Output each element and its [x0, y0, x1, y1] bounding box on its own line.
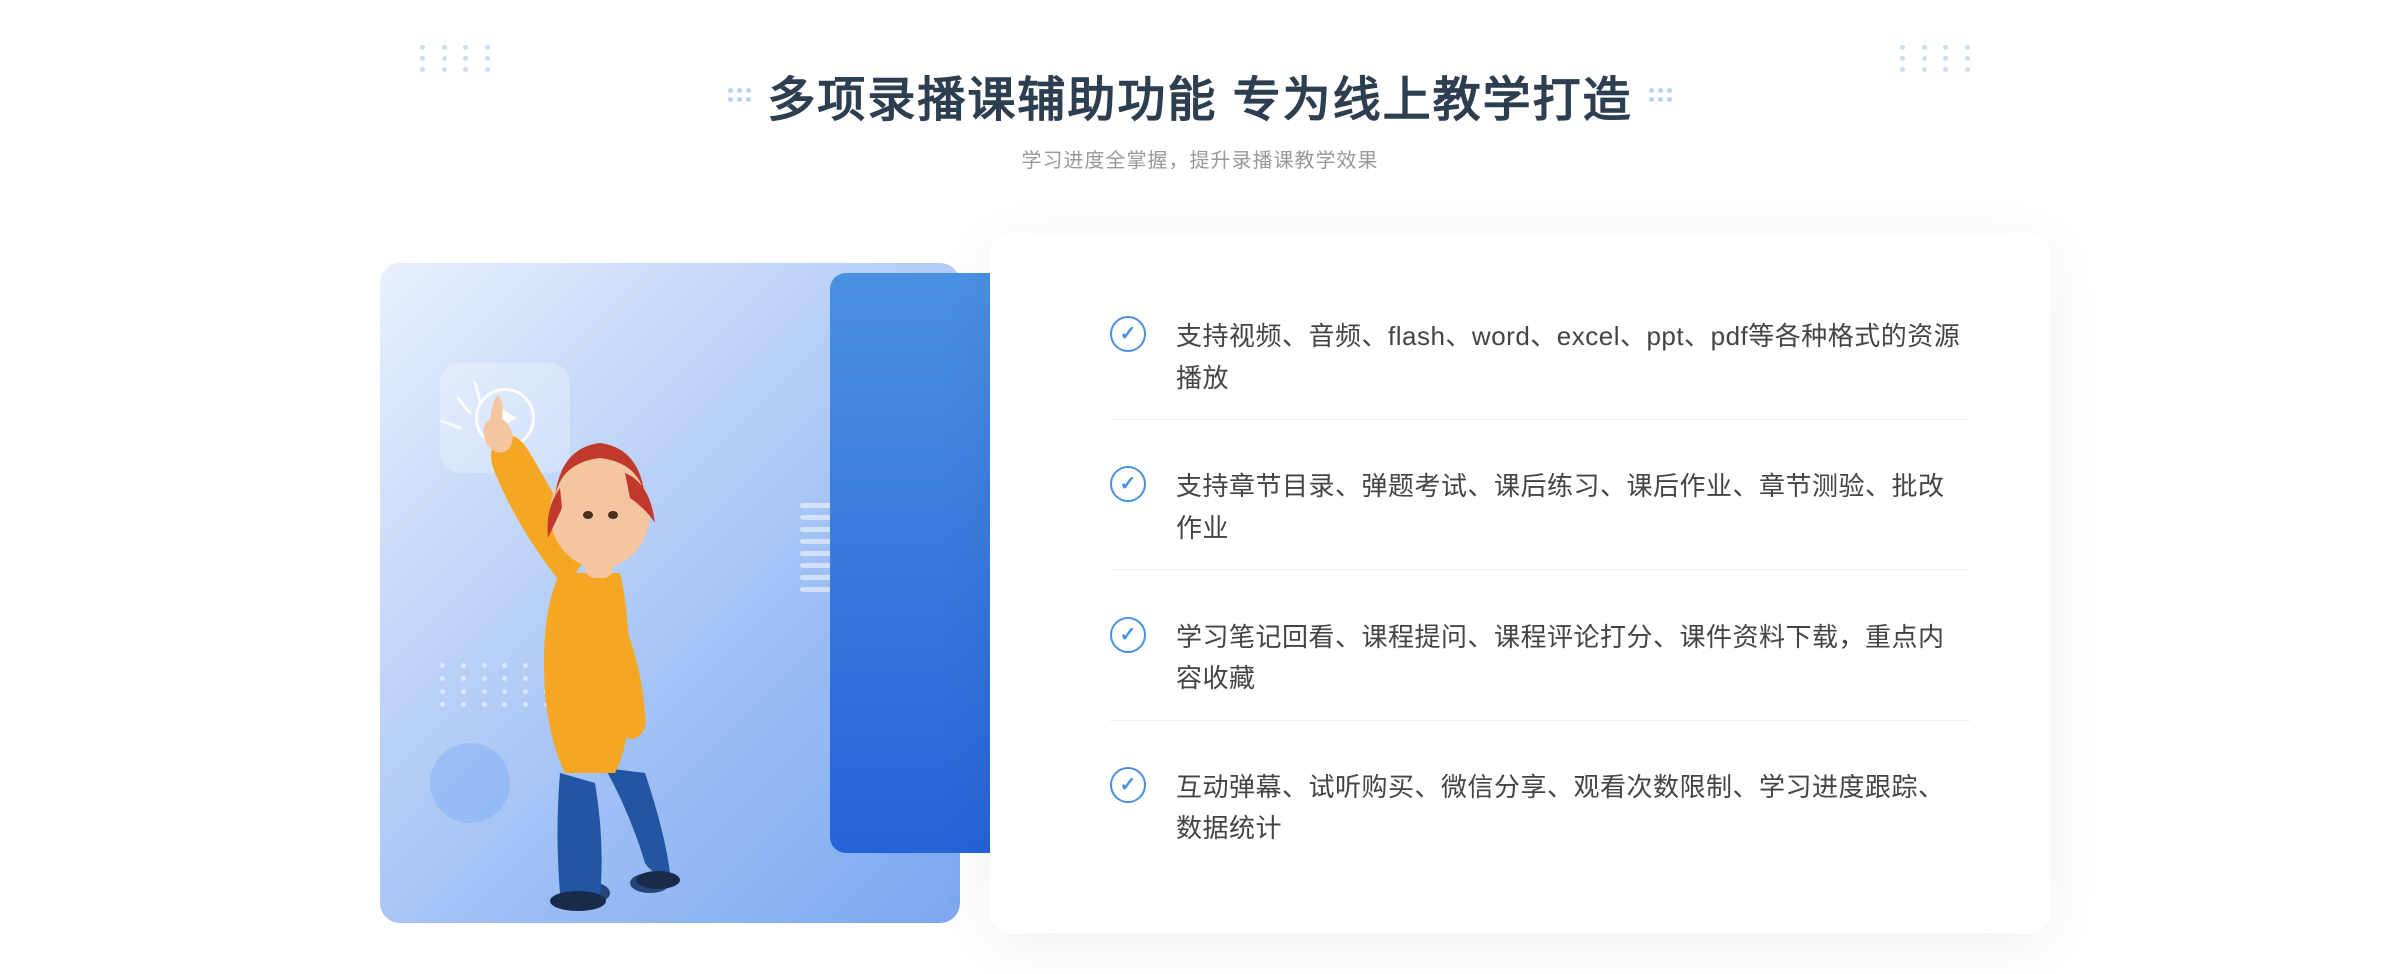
check-circle-2: ✓	[1110, 466, 1146, 502]
title-dots-left	[420, 45, 500, 125]
feature-text-4: 互动弹幕、试听购买、微信分享、观看次数限制、学习进度跟踪、数据统计	[1176, 767, 1970, 850]
page-subtitle: 学习进度全掌握，提升录播课教学效果	[728, 144, 1671, 173]
page-title: 多项录播课辅助功能 专为线上教学打造	[728, 60, 1671, 130]
feature-text-2: 支持章节目录、弹题考试、课后练习、课后作业、章节测验、批改作业	[1176, 466, 1970, 549]
feature-item-1: ✓ 支持视频、音频、flash、word、excel、ppt、pdf等各种格式的…	[1110, 296, 1970, 420]
illustration-area	[350, 233, 990, 933]
feature-item-4: ✓ 互动弹幕、试听购买、微信分享、观看次数限制、学习进度跟踪、数据统计	[1110, 747, 1970, 870]
header-section: 多项录播课辅助功能 专为线上教学打造 学习进度全掌握，提升录播课教学效果	[728, 60, 1671, 173]
title-dots-right	[1900, 45, 1980, 125]
feature-text-1: 支持视频、音频、flash、word、excel、ppt、pdf等各种格式的资源…	[1176, 316, 1970, 399]
feature-text-3: 学习笔记回看、课程提问、课程评论打分、课件资料下载，重点内容收藏	[1176, 617, 1970, 700]
person-illustration	[430, 353, 780, 933]
check-icon-2: ✓	[1120, 474, 1137, 494]
feature-item-2: ✓ 支持章节目录、弹题考试、课后练习、课后作业、章节测验、批改作业	[1110, 446, 1970, 570]
title-deco-left	[728, 88, 751, 102]
content-area: »	[350, 233, 2050, 933]
features-section: ✓ 支持视频、音频、flash、word、excel、ppt、pdf等各种格式的…	[990, 233, 2050, 933]
title-deco-right	[1649, 88, 1672, 102]
check-circle-4: ✓	[1110, 767, 1146, 803]
main-title-text: 多项录播课辅助功能 专为线上教学打造	[767, 60, 1632, 130]
check-icon-4: ✓	[1120, 775, 1137, 795]
check-circle-3: ✓	[1110, 617, 1146, 653]
check-icon-3: ✓	[1120, 625, 1137, 645]
feature-item-3: ✓ 学习笔记回看、课程提问、课程评论打分、课件资料下载，重点内容收藏	[1110, 597, 1970, 721]
page-wrapper: 多项录播课辅助功能 专为线上教学打造 学习进度全掌握，提升录播课教学效果 »	[0, 0, 2400, 974]
check-icon-1: ✓	[1120, 324, 1137, 344]
check-circle-1: ✓	[1110, 316, 1146, 352]
